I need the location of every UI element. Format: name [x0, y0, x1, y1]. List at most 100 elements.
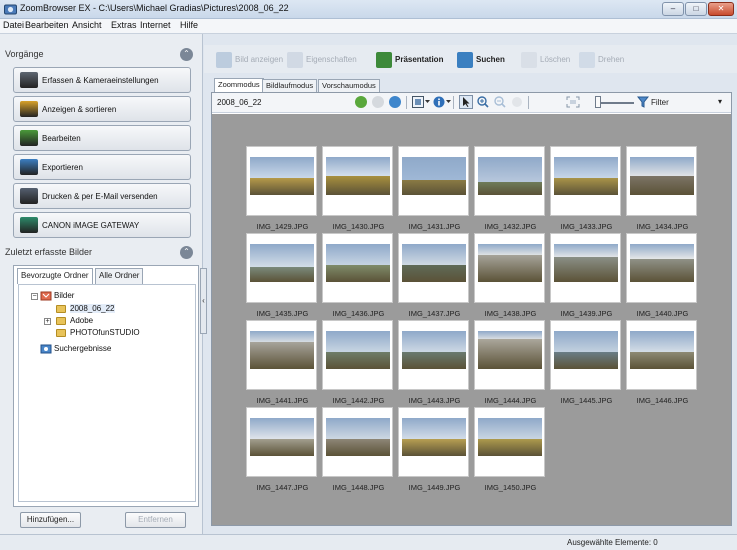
- thumbnail-item[interactable]: IMG_1430.JPG: [322, 146, 393, 231]
- tab-zoom-mode[interactable]: Zoommodus: [214, 78, 264, 93]
- menu-bearbeiten[interactable]: Bearbeiten: [25, 20, 69, 30]
- task-button[interactable]: Drucken & per E-Mail versenden: [13, 183, 191, 209]
- folder-icon: [56, 329, 66, 337]
- thumbnail-filename: IMG_1434.JPG: [636, 222, 689, 231]
- tree-node-search-results[interactable]: Suchergebnisse: [54, 344, 111, 353]
- zoom-in-icon[interactable]: [477, 96, 489, 110]
- menu-hilfe[interactable]: Hilfe: [180, 20, 198, 30]
- zoom-out-icon[interactable]: [494, 96, 506, 110]
- tree-expander-bilder[interactable]: −: [31, 293, 38, 300]
- thumbnail-filename: IMG_1444.JPG: [484, 396, 537, 405]
- add-folder-button[interactable]: Hinzufügen...: [20, 512, 81, 528]
- rotate-icon: [579, 51, 595, 68]
- tree-node-bilder[interactable]: Bilder: [54, 291, 74, 300]
- toolbar-button[interactable]: Eigenschaften: [287, 50, 357, 70]
- task-button[interactable]: Bearbeiten: [13, 125, 191, 151]
- menu-internet[interactable]: Internet: [140, 20, 171, 30]
- tab-all-folders[interactable]: Alle Ordner: [95, 268, 144, 284]
- collapse-recent-button[interactable]: ⌃: [180, 246, 193, 259]
- search-results-icon: [40, 343, 52, 357]
- thumbnail-item[interactable]: IMG_1439.JPG: [550, 233, 621, 318]
- thumbnail-item[interactable]: IMG_1437.JPG: [398, 233, 469, 318]
- tab-scroll-mode[interactable]: Bildlaufmodus: [262, 79, 318, 93]
- menu-ansicht[interactable]: Ansicht: [72, 20, 102, 30]
- nav-up-icon[interactable]: [355, 96, 367, 108]
- filter-dropdown-arrow[interactable]: ▾: [718, 97, 722, 106]
- tree-node-adobe[interactable]: Adobe: [70, 316, 93, 325]
- thumbnail-item[interactable]: IMG_1441.JPG: [246, 320, 317, 405]
- thumbnail-item[interactable]: IMG_1433.JPG: [550, 146, 621, 231]
- close-button[interactable]: ✕: [708, 2, 734, 16]
- thumbnail-item[interactable]: IMG_1440.JPG: [626, 233, 697, 318]
- toolbar-separator: [406, 96, 407, 109]
- toolbar-button[interactable]: Löschen: [521, 50, 570, 70]
- toolbar-button-label: Präsentation: [395, 55, 444, 64]
- pictures-folder-icon: [40, 290, 52, 304]
- thumbnail-item[interactable]: IMG_1446.JPG: [626, 320, 697, 405]
- thumbnail-item[interactable]: IMG_1450.JPG: [474, 407, 545, 492]
- thumbnail-filename: IMG_1433.JPG: [560, 222, 613, 231]
- thumbnail-item[interactable]: IMG_1432.JPG: [474, 146, 545, 231]
- thumbnail-item[interactable]: IMG_1434.JPG: [626, 146, 697, 231]
- camera-icon: [20, 72, 38, 88]
- menu-datei[interactable]: Datei: [3, 20, 24, 30]
- tab-preview-mode[interactable]: Vorschaumodus: [318, 79, 380, 93]
- thumbnail-item[interactable]: IMG_1449.JPG: [398, 407, 469, 492]
- thumbnail-item[interactable]: IMG_1438.JPG: [474, 233, 545, 318]
- presentation-icon: [376, 51, 392, 68]
- filter-icon[interactable]: [636, 96, 650, 110]
- toolbar-button-label: Suchen: [476, 55, 505, 64]
- selected-items-status: Ausgewählte Elemente: 0: [567, 538, 658, 547]
- nav-back-icon[interactable]: [372, 96, 384, 108]
- thumbnail-size-slider-track[interactable]: [598, 102, 634, 104]
- select-mode-icon[interactable]: [412, 96, 430, 110]
- tree-node-2008-06-22[interactable]: 2008_06_22: [70, 304, 115, 313]
- thumbnail-item[interactable]: IMG_1436.JPG: [322, 233, 393, 318]
- nav-refresh-icon[interactable]: [389, 96, 401, 108]
- thumbnail-size-slider-thumb[interactable]: [595, 96, 601, 108]
- gateway-icon: [20, 217, 38, 233]
- thumbnail-image: [326, 157, 390, 195]
- remove-folder-button[interactable]: Entfernen: [125, 512, 186, 528]
- task-button[interactable]: Erfassen & Kameraeinstellungen: [13, 67, 191, 93]
- pointer-tool-icon[interactable]: [459, 95, 473, 109]
- folder-icon: [56, 317, 66, 325]
- tree-node-photofunstudio[interactable]: PHOTOfunSTUDIO: [70, 328, 140, 337]
- toolbar-button[interactable]: Drehen: [579, 50, 624, 70]
- task-button[interactable]: Exportieren: [13, 154, 191, 180]
- collapse-tasks-button[interactable]: ⌃: [180, 48, 193, 61]
- thumbnail-item[interactable]: IMG_1443.JPG: [398, 320, 469, 405]
- thumbnail-filename: IMG_1431.JPG: [408, 222, 461, 231]
- toolbar-button[interactable]: Suchen: [457, 50, 505, 70]
- panel-splitter[interactable]: ‹: [200, 268, 207, 334]
- thumbnail-image: [630, 331, 694, 369]
- thumbnail-filename: IMG_1450.JPG: [484, 483, 537, 492]
- task-button[interactable]: CANON iMAGE GATEWAY: [13, 212, 191, 238]
- info-icon[interactable]: [433, 96, 451, 110]
- thumbnail-item[interactable]: IMG_1442.JPG: [322, 320, 393, 405]
- maximize-button[interactable]: □: [685, 2, 707, 16]
- search-icon: [457, 51, 473, 68]
- thumbnail-filename: IMG_1436.JPG: [332, 309, 385, 318]
- thumbnail-item[interactable]: IMG_1429.JPG: [246, 146, 317, 231]
- thumbnail-image: [478, 157, 542, 195]
- thumbnail-item[interactable]: IMG_1445.JPG: [550, 320, 621, 405]
- stop-icon[interactable]: [511, 96, 523, 110]
- toolbar-button[interactable]: Bild anzeigen: [216, 50, 283, 70]
- thumbnail-item[interactable]: IMG_1448.JPG: [322, 407, 393, 492]
- thumbnail-item[interactable]: IMG_1431.JPG: [398, 146, 469, 231]
- thumbnail-image: [402, 157, 466, 195]
- tree-expander-adobe[interactable]: +: [44, 318, 51, 325]
- fit-window-icon[interactable]: [566, 96, 580, 110]
- filter-label[interactable]: Filter: [651, 98, 669, 107]
- thumbnail-image: [554, 157, 618, 195]
- thumbnail-item[interactable]: IMG_1435.JPG: [246, 233, 317, 318]
- thumbnail-item[interactable]: IMG_1444.JPG: [474, 320, 545, 405]
- task-button[interactable]: Anzeigen & sortieren: [13, 96, 191, 122]
- task-label: Drucken & per E-Mail versenden: [42, 192, 158, 201]
- thumbnail-item[interactable]: IMG_1447.JPG: [246, 407, 317, 492]
- tab-favorite-folders[interactable]: Bevorzugte Ordner: [17, 268, 93, 284]
- menu-extras[interactable]: Extras: [111, 20, 137, 30]
- toolbar-button[interactable]: Präsentation: [376, 50, 443, 70]
- minimize-button[interactable]: –: [662, 2, 684, 16]
